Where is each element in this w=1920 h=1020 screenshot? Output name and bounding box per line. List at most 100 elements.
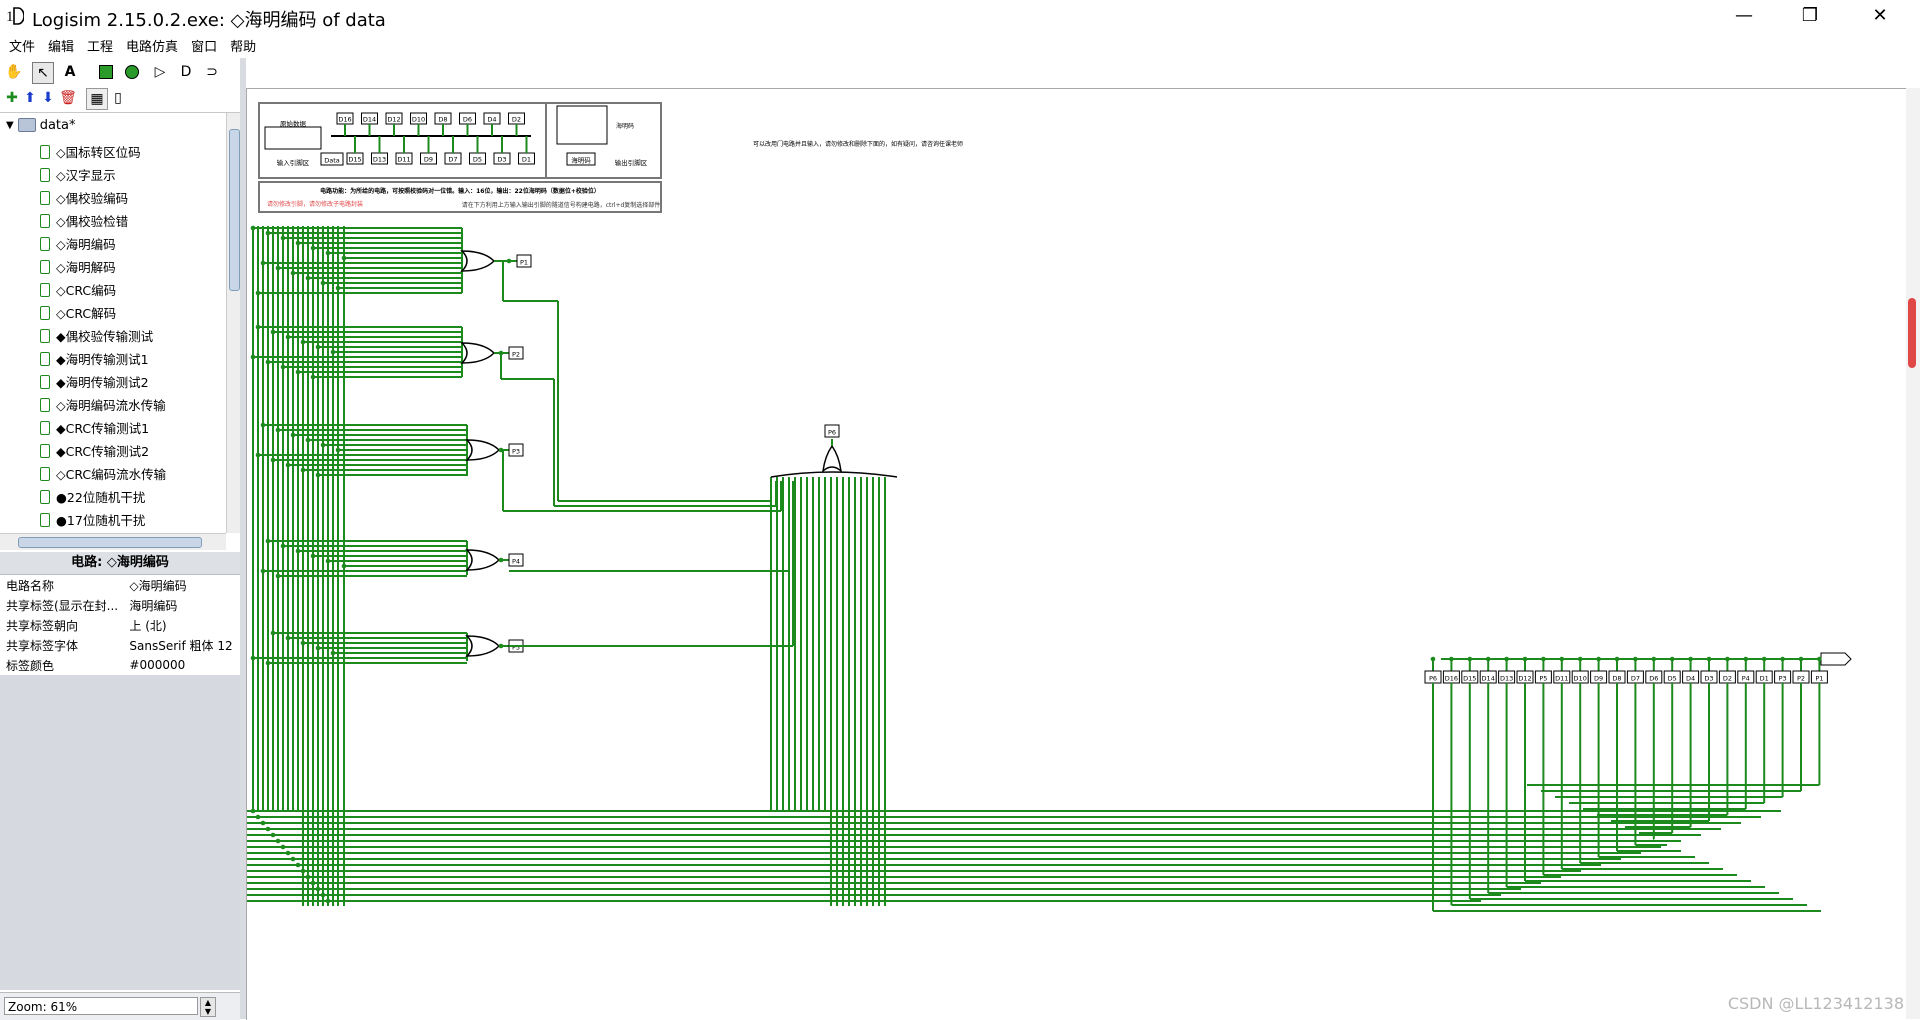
instruction-text: 电路功能：为所给的电路，可按照校验码对一位错。输入：16位，输出：22位海明码（… (320, 187, 600, 195)
input-pin-icon[interactable] (96, 62, 116, 82)
bus-pin: D12 (1518, 675, 1531, 683)
add-circuit-icon[interactable]: ✚ (2, 88, 22, 108)
property-value[interactable]: 上 (北) (123, 615, 240, 635)
property-row[interactable]: 标签颜色 #000000 (0, 655, 240, 675)
tree-item[interactable]: ◇CRC解码 (40, 301, 116, 324)
top-pin: D10 (412, 116, 425, 124)
menu-window[interactable]: 窗口 (182, 34, 221, 55)
wire-junction (1651, 656, 1657, 662)
tree-item[interactable]: ◆CRC传输测试1 (40, 416, 149, 439)
wire-junction (265, 538, 271, 544)
or-gate-icon[interactable]: ⊃ (202, 62, 222, 82)
menu-help[interactable]: 帮助 (221, 34, 260, 55)
circuit-drawing[interactable]: 原始数据输入引脚区 DataD16 D14 D12 D10 D8 D6 D4 D2D15 D13 D… (247, 89, 1907, 1020)
tree-item[interactable]: ◇偶校验检错 (40, 209, 128, 232)
circuit-canvas[interactable]: 原始数据 输入引脚区 Data D16 D14 D12 D10 D8 D6 D4 D2 D15 D13 D… (246, 88, 1907, 1020)
menu-edit[interactable]: 编辑 (39, 34, 78, 55)
note-text: 可以改用门电路并且输入，请勿修改和删除下面的，如有疑问，请咨询任课老师 (753, 140, 963, 148)
bus-pin: D11 (1555, 675, 1568, 683)
tree-vertical-scrollbar[interactable] (226, 113, 241, 533)
tree-item[interactable]: ◆偶校验传输测试 (40, 324, 153, 347)
property-row[interactable]: 共享标签(显示在封... 海明编码 (0, 595, 240, 615)
select-tool-icon[interactable]: ↖ (32, 62, 54, 84)
delete-circuit-icon[interactable]: 🗑 (58, 88, 78, 108)
poke-tool-icon[interactable]: ✋ (4, 62, 24, 82)
bus-pin: P1 (1815, 675, 1823, 683)
menu-simulate[interactable]: 电路仿真 (117, 34, 182, 55)
wire-junction (305, 437, 311, 443)
wire-junction (1743, 656, 1749, 662)
close-button[interactable]: ✕ (1852, 0, 1908, 34)
tree-item[interactable]: ◇海明编码 (40, 232, 116, 255)
tree-item-label: ◇海明编码 (56, 237, 116, 252)
circuit-chip-icon (40, 167, 50, 182)
wire-junction (315, 344, 321, 350)
wire-junction (506, 258, 512, 264)
wire-junction (1430, 656, 1436, 662)
property-key: 标签颜色 (6, 658, 55, 673)
circuit-layout-icon[interactable]: ▦ (86, 88, 108, 110)
collapse-icon[interactable]: ▼ (6, 120, 14, 131)
restore-button[interactable]: ❐ (1782, 0, 1838, 34)
tree-item[interactable]: ●17位随机干扰 (40, 508, 145, 531)
circuit-chip-icon (40, 351, 50, 366)
and-gate-icon[interactable]: D (176, 62, 196, 82)
property-key: 共享标签字体 (6, 638, 79, 653)
wire-junction (260, 820, 266, 826)
tree-item-label: ◆海明传输测试2 (56, 375, 149, 390)
wire-junction (290, 270, 296, 276)
hamming-output-tunnel (1820, 652, 1852, 666)
output-tunnel: 海明码 (571, 156, 591, 165)
tree-item[interactable]: ◇偶校验编码 (40, 186, 128, 209)
menu-project[interactable]: 工程 (78, 34, 117, 55)
tree-root[interactable]: ▼ data* (6, 115, 76, 135)
text-tool-icon[interactable]: A (60, 62, 80, 82)
xor-gate (460, 250, 496, 272)
zoom-select[interactable]: Zoom: 61% (4, 997, 198, 1015)
tree-item-label: ◇汉字显示 (56, 168, 116, 183)
property-value[interactable]: #000000 (123, 655, 240, 675)
property-value[interactable]: 海明编码 (123, 595, 240, 615)
circuit-chip-icon (40, 374, 50, 389)
wire-junction (300, 868, 306, 874)
property-key: 共享标签(显示在封... (6, 598, 119, 613)
property-value[interactable]: SansSerif 粗体 12 (123, 635, 240, 655)
wire-junction (295, 240, 301, 246)
bus-pin: D10 (1574, 675, 1587, 683)
wire-junction (1577, 656, 1583, 662)
bottom-pin: D5 (473, 156, 482, 164)
move-up-icon[interactable]: ⬆ (20, 88, 40, 108)
menu-file[interactable]: 文件 (0, 34, 39, 55)
tree-item[interactable]: ◇海明编码流水传输 (40, 393, 166, 416)
tree-item-label: ◆偶校验传输测试 (56, 329, 154, 344)
tree-item[interactable]: ◇汉字显示 (40, 163, 116, 186)
output-pin-icon[interactable] (122, 62, 142, 82)
tree-item[interactable]: ◇CRC编码流水传输 (40, 462, 166, 485)
tree-item-label: ◇CRC解码 (56, 306, 117, 321)
minimize-button[interactable]: — (1716, 0, 1772, 34)
wire-junction (275, 573, 281, 579)
zoom-spinner-icon[interactable]: ▲ ▼ (200, 997, 216, 1017)
tree-horizontal-scrollbar[interactable] (0, 533, 226, 550)
tree-item[interactable]: ◇CRC编码 (40, 278, 116, 301)
project-toolbar: ✚ ⬆ ⬇ 🗑 ▦ ▯ (0, 86, 240, 110)
tree-item[interactable]: ◇国标转区位码 (40, 140, 141, 163)
move-down-icon[interactable]: ⬇ (38, 88, 58, 108)
tree-item[interactable]: ◆海明传输测试1 (40, 347, 149, 370)
property-row[interactable]: 电路名称 ◇海明编码 (0, 575, 240, 595)
output-tunnel: P2 (512, 351, 520, 359)
property-value[interactable]: ◇海明编码 (123, 575, 240, 595)
wire-junction (1633, 656, 1638, 662)
circuit-appearance-icon[interactable]: ▯ (108, 88, 128, 108)
tree-item[interactable]: ◆CRC传输测试2 (40, 439, 149, 462)
canvas-vertical-scrollbar[interactable] (1906, 88, 1920, 1019)
wire-junction (341, 255, 347, 261)
not-gate-icon[interactable]: ▷ (150, 62, 170, 82)
property-row[interactable]: 共享标签字体 SansSerif 粗体 12 (0, 635, 240, 655)
tree-item[interactable]: ●22位随机干扰 (40, 485, 145, 508)
wire-junction (265, 359, 271, 365)
property-row[interactable]: 共享标签朝向 上 (北) (0, 615, 240, 635)
tree-item[interactable]: ◇海明解码 (40, 255, 116, 278)
tree-item[interactable]: ◆海明传输测试2 (40, 370, 149, 393)
tree-item-label: ●17位随机干扰 (56, 513, 146, 528)
